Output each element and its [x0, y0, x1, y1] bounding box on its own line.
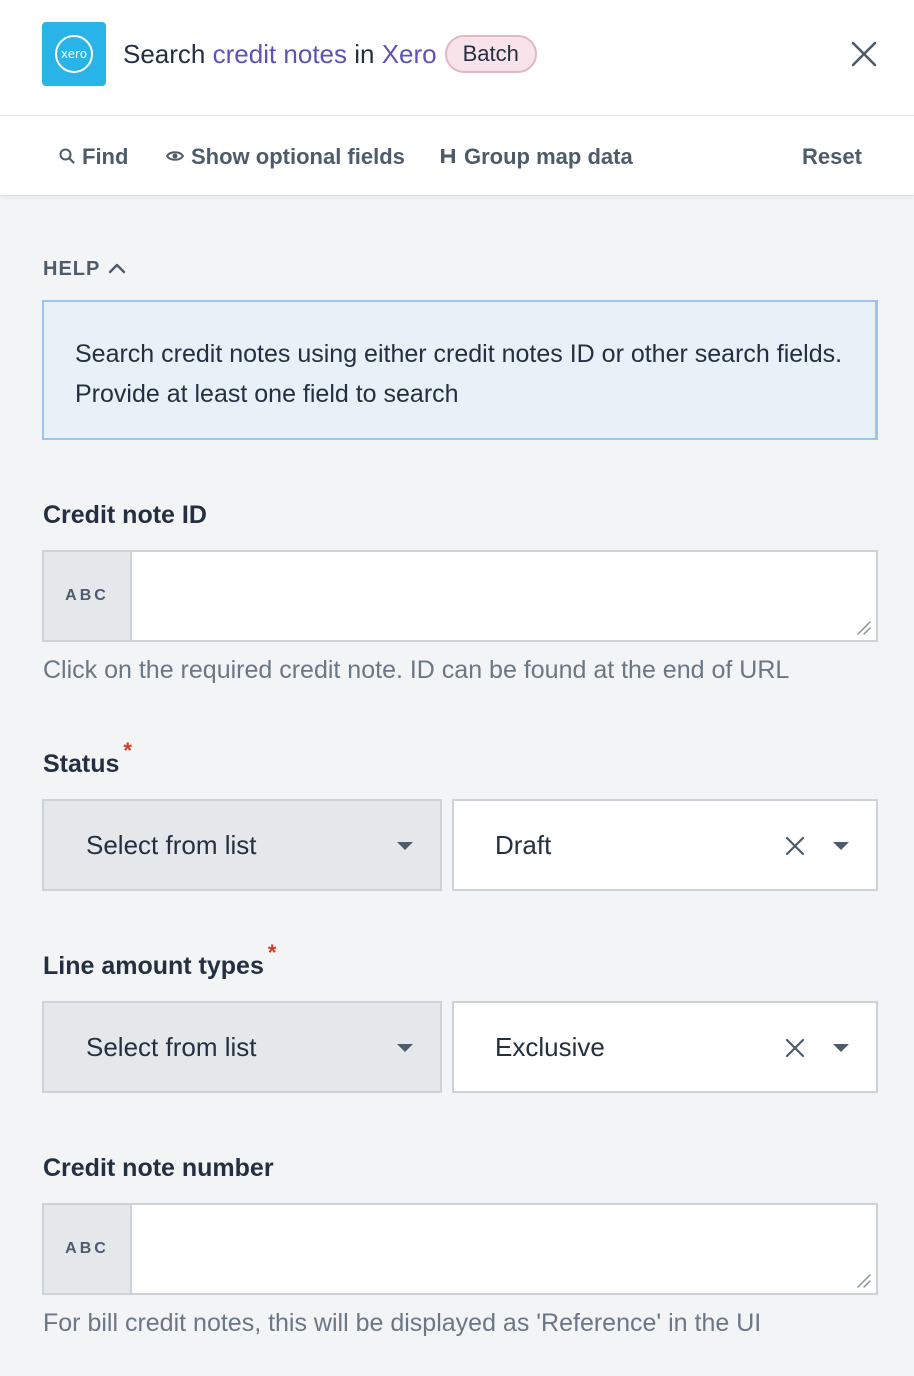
title-middle: in: [347, 39, 382, 69]
help-box: Search credit notes using either credit …: [42, 300, 878, 440]
text-type-badge: ABC: [44, 552, 132, 640]
credit-note-id-field[interactable]: ABC: [42, 550, 878, 642]
clear-icon[interactable]: [784, 1037, 806, 1059]
status-value: Draft: [495, 830, 552, 860]
reset-button[interactable]: Reset: [802, 142, 862, 172]
header: xero Search credit notes in Xero Batch: [0, 0, 914, 116]
caret-down-icon: [397, 1044, 413, 1052]
status-label-text: Status: [43, 750, 120, 778]
close-icon: [851, 41, 877, 67]
credit-note-number-field[interactable]: ABC: [42, 1203, 878, 1295]
caret-down-icon: [833, 1044, 849, 1052]
line-amount-types-label-text: Line amount types: [43, 952, 264, 980]
clear-icon[interactable]: [784, 835, 806, 857]
find-button[interactable]: Find: [58, 142, 128, 172]
title-app: Xero: [381, 39, 437, 69]
eye-icon: [165, 151, 185, 161]
credit-note-id-label: Credit note ID: [43, 499, 207, 531]
line-amount-types-mode-label: Select from list: [86, 1032, 257, 1062]
resize-grip-icon[interactable]: [854, 1271, 872, 1289]
title-prefix: Search: [123, 39, 213, 69]
toolbar: Find Show optional fields Group map data…: [0, 116, 914, 196]
status-mode-select[interactable]: Select from list: [42, 799, 442, 891]
group-map-data-button[interactable]: Group map data: [438, 142, 633, 172]
show-optional-label: Show optional fields: [191, 144, 405, 169]
resize-grip-icon[interactable]: [854, 618, 872, 636]
credit-note-number-hint: For bill credit notes, this will be disp…: [43, 1309, 762, 1337]
close-button[interactable]: [848, 38, 880, 70]
search-icon: [59, 148, 75, 164]
help-toggle[interactable]: HELP: [43, 256, 126, 282]
xero-logo-icon: xero: [42, 22, 106, 86]
status-mode-label: Select from list: [86, 830, 257, 860]
required-marker: *: [123, 738, 132, 763]
help-text: Search credit notes using either credit …: [75, 340, 843, 408]
caret-down-icon: [397, 842, 413, 850]
credit-note-number-label-text: Credit note number: [43, 1154, 274, 1182]
page-title: Search credit notes in Xero Batch: [123, 35, 537, 74]
caret-down-icon: [833, 842, 849, 850]
xero-logo-text: xero: [55, 35, 93, 73]
help-toggle-label: HELP: [43, 258, 101, 280]
credit-note-number-input[interactable]: [134, 1205, 876, 1293]
group-map-icon: [441, 149, 455, 164]
status-value-select[interactable]: Draft: [452, 799, 878, 891]
chevron-up-icon: [109, 263, 126, 273]
reset-label: Reset: [802, 144, 862, 169]
credit-note-id-input[interactable]: [134, 552, 876, 640]
show-optional-fields-button[interactable]: Show optional fields: [165, 142, 405, 172]
batch-badge: Batch: [444, 35, 537, 74]
credit-note-id-hint: Click on the required credit note. ID ca…: [43, 656, 790, 684]
group-map-label: Group map data: [464, 144, 633, 169]
status-label: Status *: [43, 738, 132, 780]
required-marker: *: [267, 940, 277, 965]
text-type-badge: ABC: [44, 1205, 132, 1293]
credit-note-number-label: Credit note number: [43, 1152, 274, 1184]
find-label: Find: [82, 144, 129, 169]
line-amount-types-mode-select[interactable]: Select from list: [42, 1001, 442, 1093]
title-object: credit notes: [212, 39, 348, 69]
line-amount-types-value-select[interactable]: Exclusive: [452, 1001, 878, 1093]
line-amount-types-label: Line amount types *: [43, 940, 276, 982]
line-amount-types-value: Exclusive: [495, 1032, 605, 1062]
credit-note-id-label-text: Credit note ID: [43, 501, 207, 529]
